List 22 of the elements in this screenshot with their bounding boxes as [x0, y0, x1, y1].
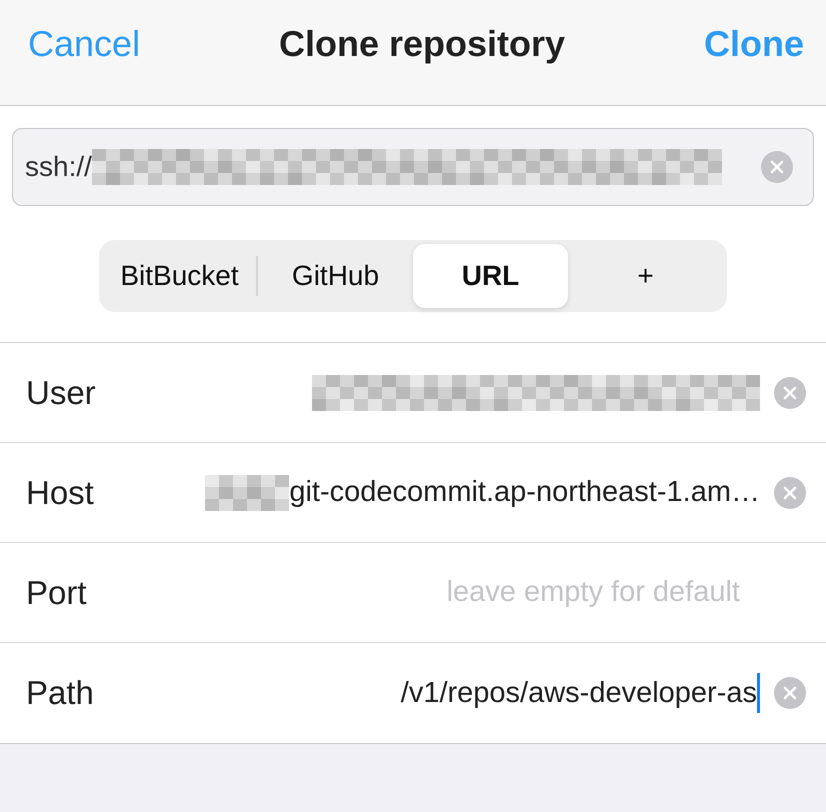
clear-button[interactable] [774, 476, 806, 508]
close-icon [783, 486, 797, 500]
field-label: Host [26, 474, 95, 512]
close-icon [783, 386, 797, 400]
url-value: ssh:// [25, 151, 92, 183]
field-label: User [26, 374, 97, 412]
field-value[interactable]: /v1/repos/aws-developer-as [400, 676, 757, 710]
field-label: Port [26, 574, 88, 612]
segment-tab[interactable]: GitHub [258, 244, 413, 308]
segment-tab[interactable]: BitBucket [103, 256, 258, 296]
close-icon [783, 686, 797, 700]
segment-tab[interactable]: URL [413, 244, 568, 308]
field-value[interactable]: git-codecommit.ap-northeast-1.am… [289, 476, 760, 509]
field-label: Path [26, 674, 95, 712]
url-field[interactable]: ssh:// [12, 128, 814, 206]
clear-button[interactable] [774, 677, 806, 709]
close-icon [770, 160, 784, 174]
input-field[interactable]: leave empty for default [340, 576, 740, 609]
clear-button[interactable] [761, 151, 793, 183]
clear-button[interactable] [774, 376, 806, 408]
segment-tab[interactable]: + [568, 244, 723, 308]
window-title: Clone repository [278, 22, 566, 64]
